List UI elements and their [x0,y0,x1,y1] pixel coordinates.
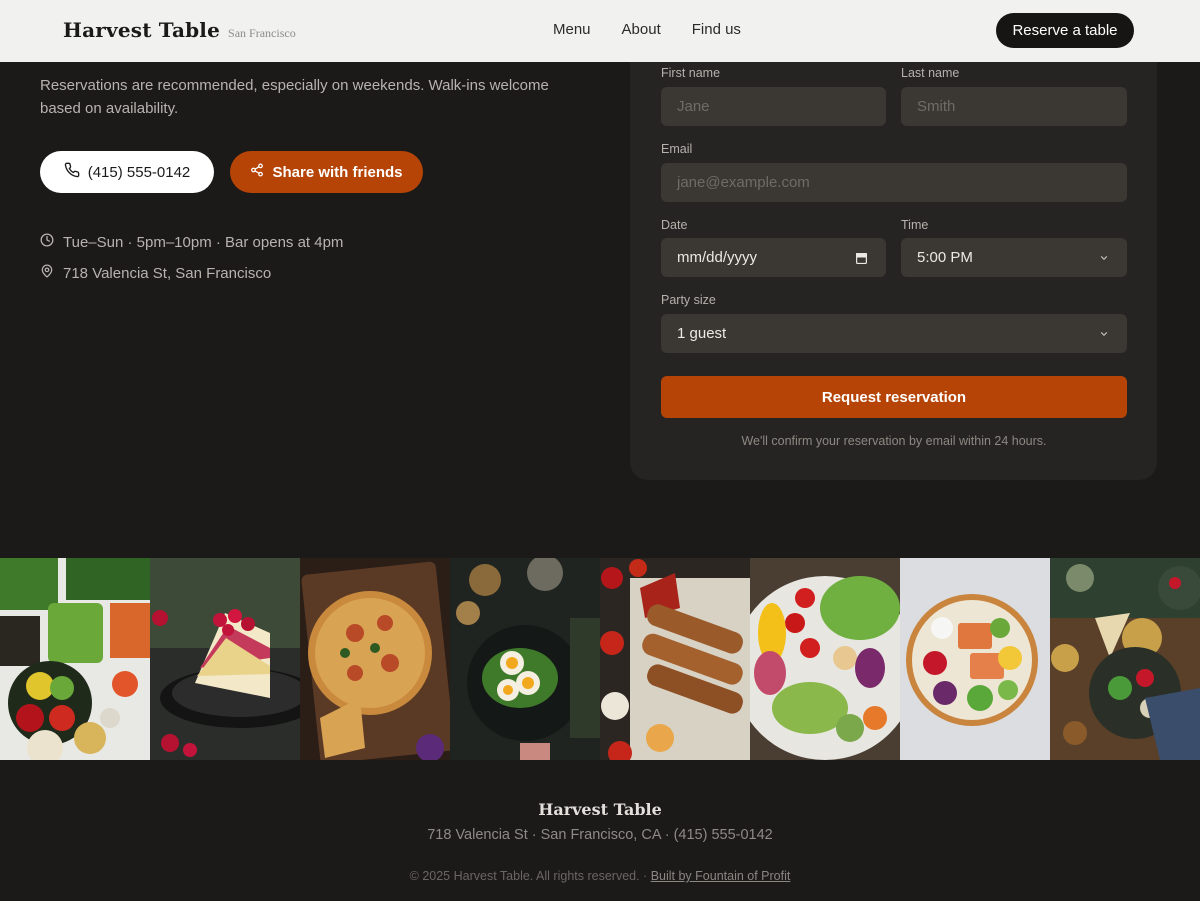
site-header: Harvest Table San Francisco Menu About F… [0,0,1200,62]
phone-icon [64,162,80,182]
brand[interactable]: Harvest Table San Francisco [63,18,296,42]
share-button-label: Share with friends [272,163,403,181]
call-button[interactable]: (415) 555-0142 [40,151,214,193]
last-name-label: Last name [901,66,960,80]
email-input[interactable]: jane@example.com [661,163,1127,202]
email-label: Email [661,142,693,156]
grilled-skewers-photo [600,558,750,760]
hours-text: Tue–Sun · 5pm–10pm · Bar opens at 4pm [63,233,344,251]
time-value: 5:00 PM [917,249,973,266]
main-nav: Menu About Find us [553,21,741,38]
food-gallery [0,558,1200,760]
time-select[interactable]: 5:00 PM [901,238,1127,277]
salmon-bowl-photo [900,558,1050,760]
address-text: 718 Valencia St, San Francisco [63,264,272,282]
hours-info: Tue–Sun · 5pm–10pm · Bar opens at 4pm [40,233,343,251]
party-size-label: Party size [661,293,716,307]
footer-address: 718 Valencia St · San Francisco, CA · (4… [427,827,773,843]
chickpea-salad-photo [1050,558,1200,760]
footer-brand-name: Harvest Table [538,800,662,819]
first-name-input[interactable]: Jane [661,87,886,126]
brand-name[interactable]: Harvest Table [63,18,220,42]
party-size-value: 1 guest [677,325,727,342]
clock-icon [40,233,54,251]
first-name-label: First name [661,66,721,80]
map-pin-icon [40,264,54,282]
reserve-table-button[interactable]: Reserve a table [996,13,1134,48]
brand-city: San Francisco [228,26,296,40]
address-info: 718 Valencia St, San Francisco [40,264,271,282]
copyright-text: © 2025 Harvest Table. All rights reserve… [409,869,648,883]
egg-salad-bowl-photo [450,558,600,760]
vegetable-platter-photo [0,558,150,760]
date-value: mm/dd/yyyy [677,249,758,266]
nav-about[interactable]: About [622,21,661,38]
share-icon [250,163,264,181]
pizza-photo [300,558,450,760]
nav-menu[interactable]: Menu [553,21,591,38]
reservation-intro: Reservations are recommended, especially… [40,77,549,117]
party-size-select[interactable]: 1 guest [661,314,1127,353]
calendar-icon[interactable] [855,251,868,264]
request-reservation-button[interactable]: Request reservation [661,376,1127,418]
time-label: Time [901,218,929,232]
nav-find-us[interactable]: Find us [692,21,741,38]
date-label: Date [661,218,688,232]
footer-legal: © 2025 Harvest Table. All rights reserve… [0,869,1200,883]
last-name-input[interactable]: Smith [901,87,1127,126]
berry-cake-photo [150,558,300,760]
call-button-label: (415) 555-0142 [87,163,191,181]
veggie-bowl-photo [750,558,900,760]
share-button[interactable]: Share with friends [230,151,423,193]
confirmation-note: We'll confirm your reservation by email … [741,434,1047,448]
credit-link[interactable]: Built by Fountain of Profit [651,869,791,883]
chevron-down-icon [1099,253,1109,263]
date-input[interactable]: mm/dd/yyyy [661,238,886,277]
chevron-down-icon [1099,329,1109,339]
